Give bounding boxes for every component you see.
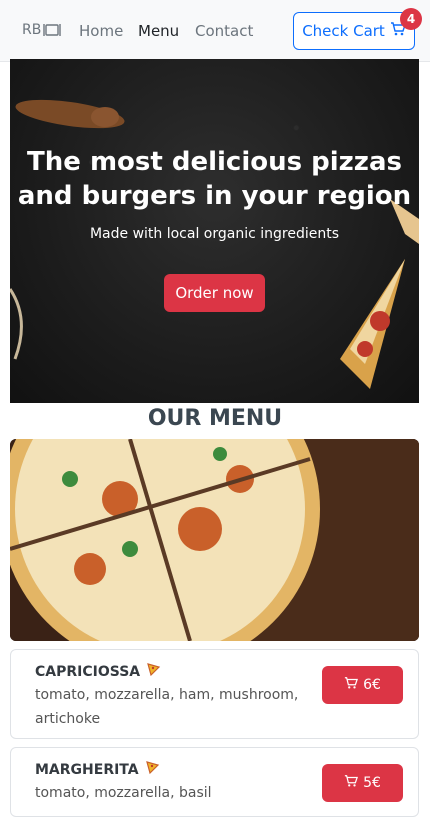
price-label: 5€: [363, 775, 381, 791]
add-to-cart-button[interactable]: 6€: [322, 666, 403, 704]
add-to-cart-button[interactable]: 5€: [322, 764, 403, 802]
nav-link-menu[interactable]: Menu: [138, 22, 179, 40]
brand-text: RB: [22, 22, 42, 38]
pizza-slice-icon: [146, 662, 161, 681]
menu-heading: OUR MENU: [147, 406, 283, 431]
menu-item-title: CAPRICIOSSA: [35, 663, 141, 680]
menu-item-description: tomato, mozzarella, basil: [35, 785, 212, 801]
menu-item-name: CAPRICIOSSA: [35, 662, 161, 681]
menu-item-description: tomato, mozzarella, ham, mushroom, artic…: [35, 687, 299, 727]
price-label: 6€: [363, 677, 381, 693]
hero-subtitle: Made with local organic ingredients: [89, 226, 340, 242]
shopping-cart-icon: [344, 774, 359, 792]
pizza-image: [10, 439, 419, 641]
nav-link-contact[interactable]: Contact: [195, 22, 253, 40]
brand-logo[interactable]: RB: [22, 21, 62, 39]
order-now-button[interactable]: Order now: [164, 274, 265, 312]
hero-banner: The most delicious pizzas and burgers in…: [10, 59, 419, 403]
check-cart-button[interactable]: Check Cart: [293, 12, 415, 50]
nav-link-home[interactable]: Home: [79, 22, 123, 40]
hero-title: The most delicious pizzas and burgers in…: [17, 147, 412, 211]
menu-item-card: CAPRICIOSSA tomato, mozzarella, ham, mus…: [10, 649, 419, 739]
check-cart-label: Check Cart: [302, 22, 385, 40]
cart-count-badge: 4: [400, 8, 422, 30]
menu-item-title: MARGHERITA: [35, 761, 139, 778]
menu-item-card: MARGHERITA tomato, mozzarella, basil 5€: [10, 747, 419, 817]
pizza-slice-icon: [145, 760, 160, 779]
shopping-cart-icon: [344, 676, 359, 694]
dining-table-icon: [43, 21, 62, 39]
menu-item-name: MARGHERITA: [35, 760, 160, 779]
navbar: RB Home Menu Contact Check Cart 4: [0, 0, 430, 62]
